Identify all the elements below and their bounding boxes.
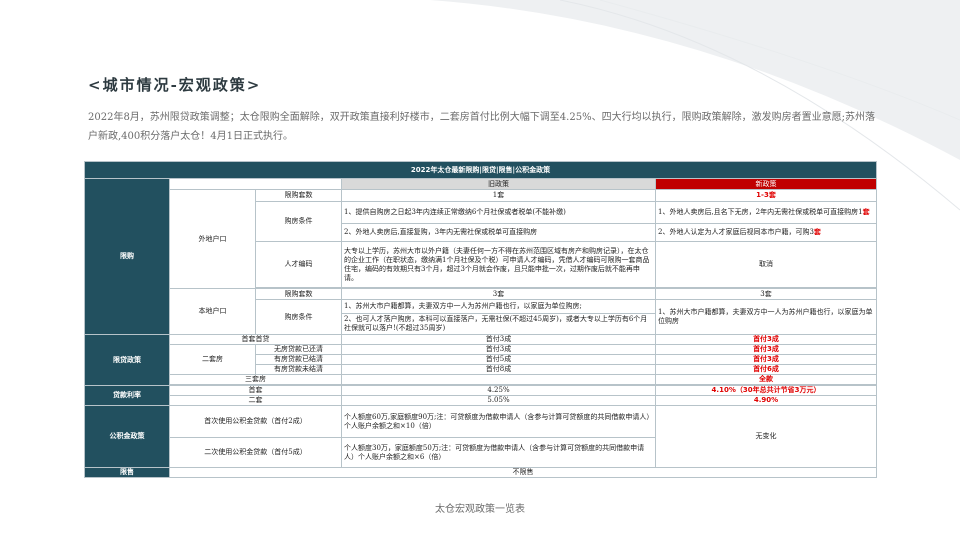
restrict-purchase-category: 限购 — [84, 178, 170, 335]
table-title: 2022年太仓最新限购|限贷|限售|公积金政策 — [83, 161, 878, 179]
new-policy-header: 新政策 — [654, 178, 878, 190]
resale-category: 限售 — [84, 467, 170, 478]
housing-fund-category: 公积金政策 — [84, 405, 170, 468]
loan-rate-category: 贷款利率 — [84, 385, 170, 406]
table-row: 外地户口 限购套数 1套 1-3套 — [85, 189, 878, 289]
policy-table: 2022年太仓最新限购|限贷|限售|公积金政策 限购 旧政策 新政策 外地户口 … — [83, 161, 878, 478]
loan-policy-category: 限贷政策 — [84, 334, 170, 386]
table-row: 限贷政策 首套首贷 首付3成 首付3成 — [84, 334, 878, 386]
table-row: 本地户口 限购套数 3套 3套 — [85, 288, 878, 335]
table-row: 限售 不限售 — [84, 467, 878, 478]
page-title: <城市情况-宏观政策> — [88, 76, 262, 94]
table-header-row: 限购 旧政策 新政策 — [84, 178, 878, 335]
table-caption: 太仓宏观政策一览表 — [435, 504, 525, 515]
nonlocal-hukou-label: 外地户口 — [169, 189, 256, 289]
intro-paragraph: 2022年8月，苏州限贷政策调整；太仓限购全面解除，双开政策直接利好楼市，二套房… — [88, 112, 875, 142]
table-row: 公积金政策 首次使用公积金贷款（首付2成） 个人额度60万,家庭额度90万;注：… — [84, 405, 878, 468]
second-home-label: 二套房 — [169, 344, 256, 375]
table-title-row: 2022年太仓最新限购|限贷|限售|公积金政策 — [83, 161, 878, 179]
table-row: 二套 5.05% 4.90% — [85, 395, 878, 406]
table-row: 三套房 全款 — [85, 374, 878, 385]
old-policy-header: 旧政策 — [341, 178, 656, 190]
table-row: 二套房 无房贷款已还清 首付3成 首付3成 — [85, 344, 878, 375]
local-hukou-label: 本地户口 — [169, 288, 256, 335]
table-row: 贷款利率 首套 4.25% 4.10%（30年总共计节省3万元） — [84, 385, 878, 406]
